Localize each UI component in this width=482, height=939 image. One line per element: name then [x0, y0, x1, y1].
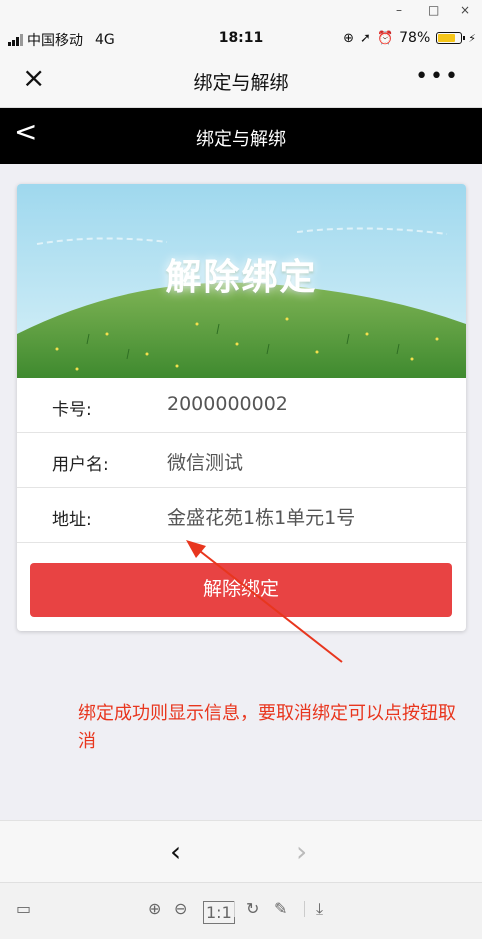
wechat-nav-bar: × 绑定与解绑 ••• [0, 54, 482, 108]
zoom-out-icon[interactable]: ⊖ [174, 899, 187, 918]
binding-card: 解除绑定 卡号: 2000000002 用户名: 微信测试 地址: 金盛花苑1栋… [17, 184, 466, 631]
window-controls: – □ × [0, 0, 482, 24]
battery-percent: 78% [399, 30, 431, 46]
location-icon: ➚ [360, 30, 371, 46]
card-number-value: 2000000002 [167, 393, 288, 415]
zoom-in-icon[interactable]: ⊕ [148, 899, 161, 918]
maximize-icon[interactable]: □ [428, 3, 439, 17]
lock-rotation-icon: ⊕ [343, 30, 355, 46]
info-row-username: 用户名: 微信测试 [17, 433, 466, 488]
banner-title: 解除绑定 [165, 257, 318, 298]
charging-icon: ⚡ [468, 31, 476, 45]
alarm-icon: ⏰ [376, 30, 394, 46]
panel-icon[interactable]: ▭ [16, 899, 31, 918]
window-close-icon[interactable]: × [460, 3, 470, 17]
page-title: 绑定与解绑 [196, 129, 286, 150]
download-icon[interactable]: ⤓ [316, 899, 323, 919]
annotation-text: 绑定成功则显示信息，要取消绑定可以点按钮取消 [78, 703, 456, 752]
battery-icon [436, 32, 466, 44]
username-label: 用户名: [52, 455, 109, 475]
more-icon[interactable]: ••• [415, 64, 460, 89]
actual-size-icon[interactable]: 1:1 [203, 901, 235, 924]
info-row-address: 地址: 金盛花苑1栋1单元1号 [17, 488, 466, 543]
rotate-icon[interactable]: ↻ [246, 899, 259, 918]
edit-icon[interactable]: ✎ [274, 899, 287, 918]
viewer-toolbar: ▭ ⊕ ⊖ 1:1 ↻ ✎ ⤓ [0, 882, 482, 939]
status-bar: 中国移动 4G 18:11 ⊕ ➚ ⏰ 78% ⚡ [0, 24, 482, 54]
card-number-label: 卡号: [52, 400, 92, 420]
address-value: 金盛花苑1栋1单元1号 [167, 507, 356, 529]
prev-icon[interactable]: ‹ [170, 835, 181, 868]
banner-image: 解除绑定 [17, 184, 466, 378]
next-icon[interactable]: › [296, 835, 307, 868]
nav-title: 绑定与解绑 [193, 72, 289, 94]
info-row-card-number: 卡号: 2000000002 [17, 378, 466, 433]
bottom-nav: ‹ › [0, 820, 482, 882]
page-header: < 绑定与解绑 [0, 108, 482, 164]
minimize-icon[interactable]: – [396, 3, 402, 17]
address-label: 地址: [52, 510, 92, 530]
unbind-button[interactable]: 解除绑定 [30, 563, 452, 617]
username-value: 微信测试 [167, 452, 244, 474]
